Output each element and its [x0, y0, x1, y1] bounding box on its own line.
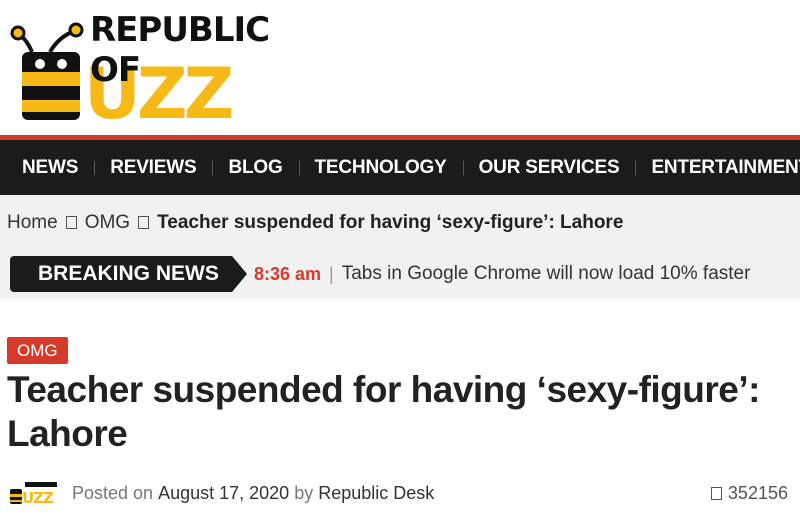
breaking-news-label: BREAKING NEWS: [10, 256, 247, 292]
view-count: 352156: [710, 482, 788, 504]
category-badge[interactable]: OMG: [7, 337, 68, 364]
breadcrumb-current: Teacher suspended for having ‘sexy-figur…: [157, 211, 624, 233]
nav-reviews[interactable]: REVIEWS: [94, 157, 212, 179]
breaking-news-time: 8:36 am: [254, 263, 322, 284]
author-avatar: UZZ: [8, 480, 60, 507]
logo-text: REPUBLIC OF: [90, 10, 270, 90]
breadcrumb: Home OMG Teacher suspended for having ‘s…: [0, 195, 800, 250]
nav-technology[interactable]: TECHNOLOGY: [298, 157, 463, 179]
breadcrumb-separator-icon: [138, 216, 150, 229]
site-logo[interactable]: UZZ REPUBLIC OF: [10, 10, 280, 125]
breaking-news-headline[interactable]: Tabs in Google Chrome will now load 10% …: [342, 263, 751, 285]
posted-on-label: Posted on: [72, 482, 154, 503]
view-count-value: 352156: [727, 482, 788, 503]
breadcrumb-separator-icon: [65, 216, 77, 229]
nav-blog[interactable]: BLOG: [212, 157, 298, 179]
breadcrumb-home[interactable]: Home: [7, 212, 58, 234]
breadcrumb-category[interactable]: OMG: [85, 212, 130, 234]
main-navigation: NEWS REVIEWS BLOG TECHNOLOGY OUR SERVICE…: [0, 135, 800, 195]
by-label: by: [294, 482, 314, 503]
breaking-news-separator: |: [329, 263, 334, 284]
nav-our-services[interactable]: OUR SERVICES: [462, 157, 636, 179]
nav-entertainment[interactable]: ENTERTAINMENT: [635, 157, 800, 179]
breaking-news-bar: BREAKING NEWS 8:36 am | Tabs in Google C…: [0, 250, 800, 298]
svg-text:UZZ: UZZ: [22, 489, 54, 506]
views-icon: [710, 486, 722, 500]
article-title: Teacher suspended for having ‘sexy-figur…: [7, 369, 760, 454]
post-date: August 17, 2020: [158, 482, 290, 503]
nav-news[interactable]: NEWS: [6, 157, 94, 179]
author-link[interactable]: Republic Desk: [318, 483, 434, 504]
mini-logo-icon: UZZ: [10, 482, 57, 507]
article-meta: UZZ Posted on August 17, 2020 by Republi…: [8, 478, 798, 508]
